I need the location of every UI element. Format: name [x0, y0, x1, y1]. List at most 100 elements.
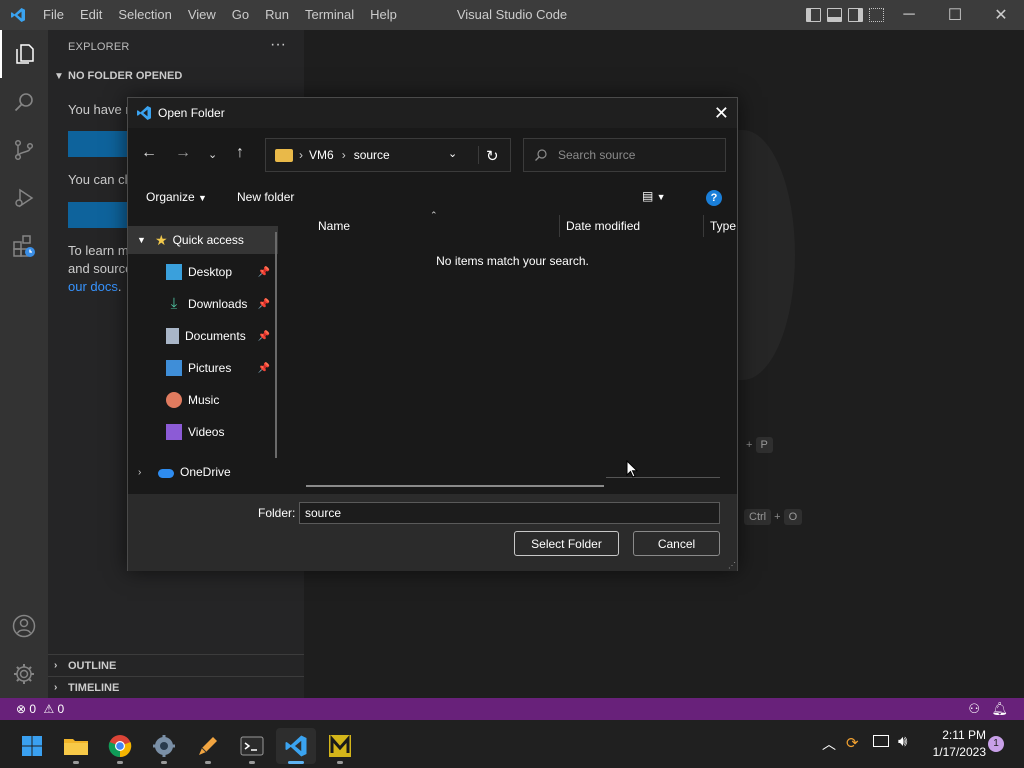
pin-icon: 📌	[257, 362, 270, 374]
taskbar: ︿ ⟳ 🔊︎ 2:11 PM 1/17/2023 1	[0, 720, 1024, 768]
vscode-taskbar-button[interactable]	[276, 728, 316, 764]
nav-quick-access[interactable]: ▼ ★ Quick access	[128, 226, 278, 254]
menu-terminal[interactable]: Terminal	[297, 0, 362, 30]
chevron-right-icon: ›	[54, 682, 58, 693]
menu-help[interactable]: Help	[362, 0, 405, 30]
chrome-taskbar-button[interactable]	[100, 728, 140, 764]
search-icon[interactable]	[0, 78, 48, 126]
address-bar[interactable]: › VM6 › source ⌄ ↻	[265, 138, 511, 172]
vscode-logo-icon	[285, 735, 307, 757]
menu-run[interactable]: Run	[257, 0, 297, 30]
section-title: NO FOLDER OPENED	[68, 70, 183, 82]
timeline-title: TIMELINE	[68, 681, 120, 694]
sync-icon[interactable]: ⟳	[846, 734, 859, 752]
docs-link[interactable]: our docs	[68, 279, 118, 294]
back-arrow-icon[interactable]: ←	[141, 144, 157, 162]
cancel-button[interactable]: Cancel	[633, 531, 720, 556]
folder-name-input[interactable]: source	[299, 502, 720, 524]
windows-logo-icon	[22, 736, 42, 756]
file-explorer-taskbar-button[interactable]	[56, 728, 96, 764]
problems-indicator[interactable]: ⊗ 0 ⚠ 0	[16, 702, 64, 716]
nav-onedrive[interactable]: › OneDrive	[128, 458, 278, 486]
folder-icon	[275, 148, 293, 162]
nav-videos[interactable]: Videos	[128, 418, 278, 446]
maximize-button[interactable]: ☐	[932, 0, 978, 30]
music-icon	[166, 392, 182, 408]
more-actions-icon[interactable]: ···	[270, 36, 286, 54]
toggle-primary-sidebar-icon[interactable]	[806, 8, 821, 22]
nav-music[interactable]: Music	[128, 386, 278, 414]
settings-taskbar-button[interactable]	[144, 728, 184, 764]
m-app-taskbar-button[interactable]	[320, 728, 360, 764]
explorer-icon[interactable]	[0, 30, 48, 78]
nav-documents[interactable]: Documents 📌	[128, 322, 278, 350]
terminal-taskbar-button[interactable]	[232, 728, 272, 764]
tool-taskbar-button[interactable]	[188, 728, 228, 764]
dialog-titlebar: Open Folder ✕	[128, 98, 737, 128]
folder-label: Folder:	[258, 506, 296, 520]
timeline-section[interactable]: › TIMELINE	[48, 676, 304, 698]
menu-edit[interactable]: Edit	[72, 0, 110, 30]
bell-icon[interactable]: 🔔︎	[991, 701, 1008, 717]
up-arrow-icon[interactable]: ↑	[236, 144, 244, 162]
customize-layout-icon[interactable]	[869, 8, 884, 22]
layout-controls	[806, 0, 884, 30]
clock-date[interactable]: 1/17/2023	[926, 745, 986, 759]
column-type[interactable]: Type	[710, 219, 736, 233]
recent-locations-chevron-icon[interactable]: ⌄	[208, 148, 217, 161]
nav-downloads[interactable]: ⤓ Downloads 📌	[128, 290, 278, 318]
network-icon[interactable]	[873, 735, 889, 747]
menu-go[interactable]: Go	[224, 0, 257, 30]
refresh-icon[interactable]: ↻	[486, 147, 499, 165]
horizontal-scrollbar[interactable]	[306, 485, 604, 487]
menu-selection[interactable]: Selection	[110, 0, 179, 30]
close-window-button[interactable]: ✕	[978, 0, 1024, 30]
nav-pictures[interactable]: Pictures 📌	[128, 354, 278, 382]
breadcrumb-separator-icon: ›	[299, 148, 303, 162]
download-arrow-icon: ⤓	[170, 295, 178, 312]
start-button[interactable]	[12, 728, 52, 764]
account-icon[interactable]	[0, 602, 48, 650]
pictures-icon	[166, 360, 182, 376]
title-bar: File Edit Selection View Go Run Terminal…	[0, 0, 1024, 30]
resize-grip-icon[interactable]: ⋰	[728, 561, 736, 570]
menu-file[interactable]: File	[35, 0, 72, 30]
breadcrumb-vm6[interactable]: VM6	[309, 148, 334, 162]
volume-icon[interactable]: 🔊︎	[898, 733, 907, 750]
clock-time[interactable]: 2:11 PM	[930, 728, 986, 742]
help-icon[interactable]: ?	[706, 190, 722, 206]
notification-badge[interactable]: 1	[988, 736, 1004, 752]
vscode-logo-icon	[0, 0, 35, 30]
menu-view[interactable]: View	[180, 0, 224, 30]
folder-icon	[64, 739, 88, 755]
new-folder-button[interactable]: New folder	[237, 190, 294, 204]
source-control-icon[interactable]	[0, 126, 48, 174]
accounts-feedback-icon[interactable]: ⚇	[968, 701, 980, 717]
toggle-secondary-sidebar-icon[interactable]	[848, 8, 863, 22]
select-folder-button[interactable]: Select Folder	[514, 531, 619, 556]
column-date-modified[interactable]: Date modified	[566, 219, 640, 233]
forward-arrow-icon[interactable]: →	[175, 144, 191, 162]
extensions-icon[interactable]	[0, 222, 48, 270]
organize-menu[interactable]: Organize ▼	[146, 190, 207, 204]
address-dropdown-chevron-icon[interactable]: ⌄	[448, 147, 457, 160]
pin-icon: 📌	[257, 330, 270, 342]
view-options-icon[interactable]: ▤ ▼	[642, 189, 666, 203]
no-folder-section[interactable]: ▼ NO FOLDER OPENED	[48, 65, 304, 87]
chevron-right-icon: ›	[54, 660, 58, 671]
mouse-cursor-icon	[626, 460, 638, 478]
toggle-panel-icon[interactable]	[827, 8, 842, 22]
breadcrumb-source[interactable]: source	[354, 148, 390, 162]
cloud-icon	[158, 469, 174, 478]
outline-section[interactable]: › OUTLINE	[48, 654, 304, 676]
search-input[interactable]: Search source	[523, 138, 726, 172]
run-debug-icon[interactable]	[0, 174, 48, 222]
minimize-button[interactable]: ─	[886, 0, 932, 30]
sidebar-text-2: You can clo	[68, 172, 135, 187]
breadcrumb-separator-icon: ›	[341, 148, 346, 162]
explorer-header: EXPLORER	[68, 41, 130, 53]
settings-gear-icon[interactable]	[0, 650, 48, 698]
close-icon[interactable]: ✕	[714, 103, 729, 124]
column-name[interactable]: Name	[318, 219, 350, 233]
show-hidden-icons-chevron-icon[interactable]: ︿	[822, 734, 836, 754]
